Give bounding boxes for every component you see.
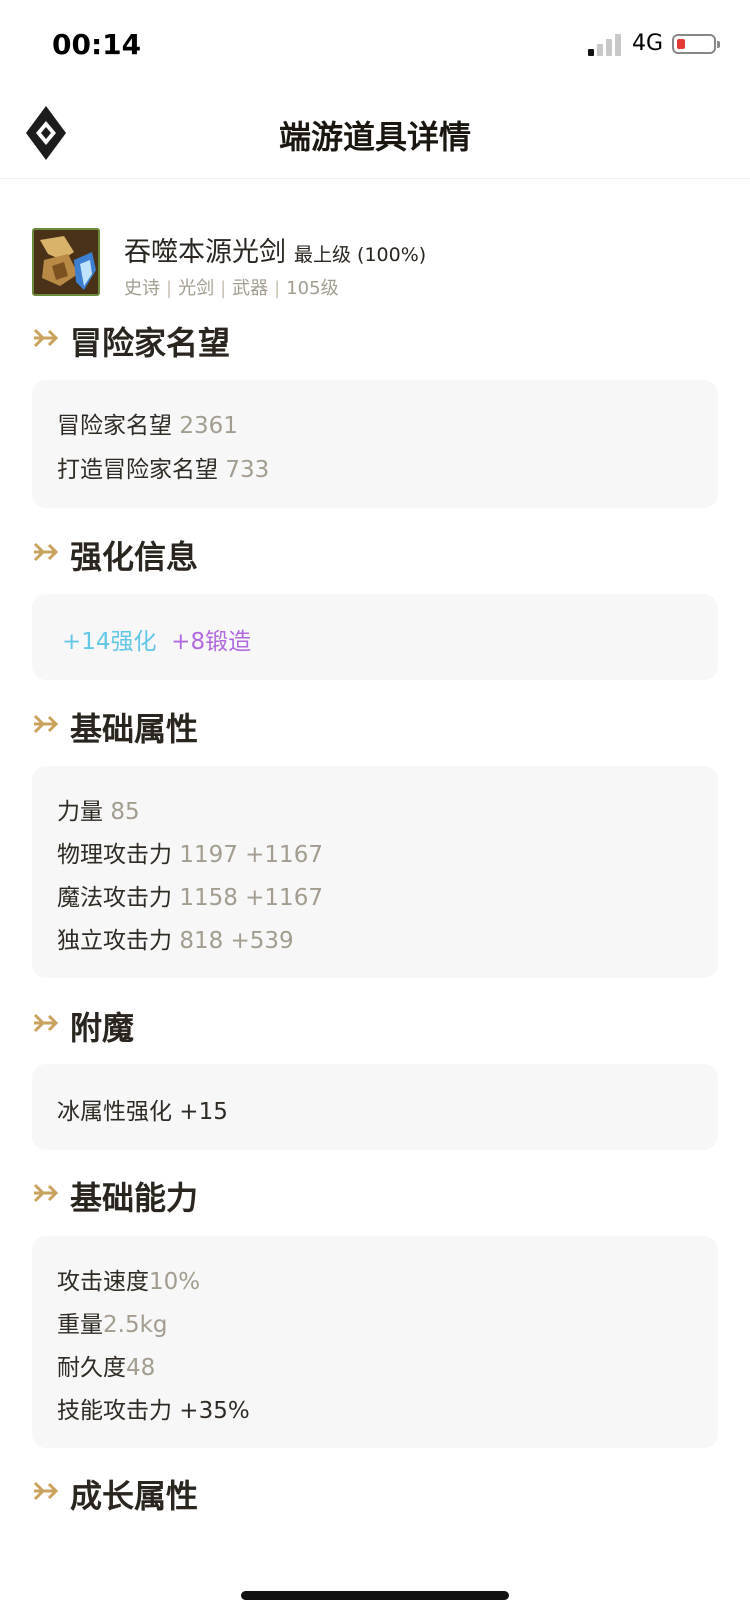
enhance-row: +14强化 +8锻造 — [62, 622, 251, 656]
arrow-icon — [33, 1013, 59, 1033]
arrow-icon — [33, 714, 59, 734]
nav-bar: 端游道具详情 — [0, 90, 750, 179]
forge-level: +8锻造 — [171, 629, 252, 655]
section-title-enhance: 强化信息 — [32, 532, 632, 576]
attr-row: 物理攻击力 1197 +1167 — [57, 842, 323, 868]
signal-icon — [588, 34, 624, 56]
section-title-base-ability: 基础能力 — [32, 1173, 632, 1217]
section-title-growth: 成长属性 — [32, 1471, 632, 1515]
arrow-icon — [33, 1183, 59, 1203]
item-grade: 最上级 (100%) — [294, 244, 427, 266]
item-name: 吞噬本源光剑 最上级 (100%) — [124, 230, 426, 269]
battery-icon — [672, 34, 720, 54]
reinforce-level: +14强化 — [62, 629, 157, 655]
item-name-text: 吞噬本源光剑 — [124, 237, 286, 268]
crafted-reputation-row: 打造冒险家名望 733 — [57, 457, 270, 483]
section-title-base-attr: 基础属性 — [32, 704, 632, 748]
enchant-card: 冰属性强化 +15 — [32, 1064, 718, 1150]
enchant-row: 冰属性强化 +15 — [57, 1099, 228, 1125]
attr-row: 魔法攻击力 1158 +1167 — [57, 885, 323, 911]
item-header: 吞噬本源光剑 最上级 (100%) 史诗 | 光剑 | 武器 | 105级 — [32, 228, 722, 300]
ability-row: 攻击速度10% — [57, 1269, 201, 1295]
attr-row: 力量 85 — [57, 799, 140, 825]
arrow-icon — [33, 328, 59, 348]
ability-row: 重量2.5kg — [57, 1312, 168, 1338]
base-attr-card: 力量 85 物理攻击力 1197 +1167 魔法攻击力 1158 +1167 … — [32, 766, 718, 978]
reputation-row: 冒险家名望 2361 — [57, 413, 238, 439]
base-ability-card: 攻击速度10% 重量2.5kg 耐久度48 技能攻击力 +35% — [32, 1236, 718, 1448]
arrow-icon — [33, 542, 59, 562]
arrow-icon — [33, 1481, 59, 1501]
section-title-reputation: 冒险家名望 — [32, 318, 632, 362]
network-type: 4G — [632, 31, 664, 56]
status-bar: 00:14 4G — [0, 0, 750, 90]
item-tag-rarity: 史诗 — [124, 278, 160, 299]
enhance-card: +14强化 +8锻造 — [32, 594, 718, 680]
item-tag-type: 光剑 — [178, 278, 215, 299]
item-tag-level: 105级 — [286, 278, 339, 299]
item-tag-category: 武器 — [232, 278, 269, 299]
ability-row: 耐久度48 — [57, 1355, 156, 1381]
status-time: 00:14 — [52, 28, 142, 61]
attr-row: 独立攻击力 818 +539 — [57, 928, 294, 954]
item-image-icon — [32, 228, 100, 296]
page-title: 端游道具详情 — [278, 118, 471, 156]
ability-row: 技能攻击力 +35% — [57, 1398, 250, 1424]
reputation-card: 冒险家名望 2361 打造冒险家名望 733 — [32, 380, 718, 508]
section-title-enchant: 附魔 — [32, 1003, 632, 1047]
home-indicator[interactable] — [241, 1591, 509, 1600]
item-tags: 史诗 | 光剑 | 武器 | 105级 — [124, 278, 339, 299]
